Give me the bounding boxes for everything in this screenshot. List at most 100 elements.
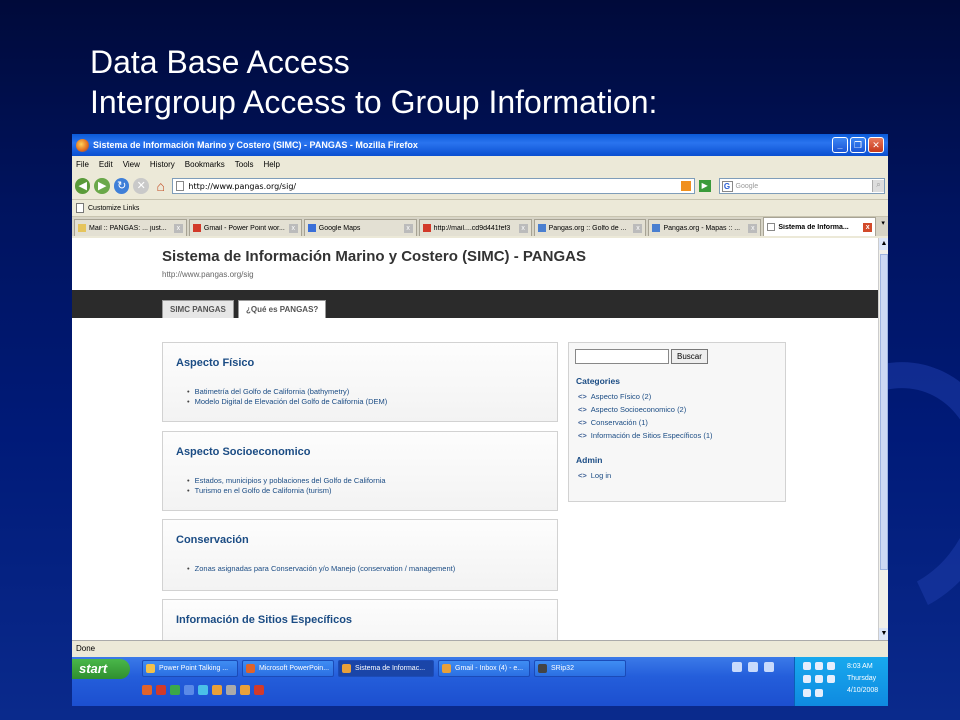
quick-launch-icon[interactable] xyxy=(198,685,208,695)
quick-launch-icon[interactable] xyxy=(170,685,180,695)
taskbar-item[interactable]: Gmail - Inbox (4) - e... xyxy=(438,660,530,677)
panel-title[interactable]: Aspecto Físico xyxy=(176,357,557,369)
close-tab-icon[interactable]: x xyxy=(863,222,873,232)
taskbar-item-active[interactable]: Sistema de Informac... xyxy=(338,660,434,677)
tab-sistema-informacion[interactable]: Sistema de Informa... x xyxy=(763,217,877,236)
tab-mail-pangas[interactable]: Mail :: PANGAS: ... just... x xyxy=(74,219,187,236)
menu-bookmarks[interactable]: Bookmarks xyxy=(185,160,225,169)
menu-file[interactable]: File xyxy=(76,160,89,169)
category-item[interactable]: <> Conservación (1) xyxy=(578,416,712,429)
scroll-thumb[interactable] xyxy=(880,254,888,570)
menu-help[interactable]: Help xyxy=(263,160,279,169)
panel-link[interactable]: Estados, municipios y poblaciones del Go… xyxy=(187,476,557,486)
quick-launch-icon[interactable] xyxy=(226,685,236,695)
quick-launch-icon[interactable] xyxy=(156,685,166,695)
close-tab-icon[interactable]: x xyxy=(288,223,298,233)
back-arrow-icon[interactable]: ◀ xyxy=(75,178,91,194)
url-bar[interactable]: http://www.pangas.org/sig/ xyxy=(172,178,695,194)
menu-view[interactable]: View xyxy=(123,160,140,169)
category-item[interactable]: <> Aspecto Físico (2) xyxy=(578,390,712,403)
admin-heading: Admin xyxy=(576,455,603,465)
panel-title[interactable]: Conservación xyxy=(176,534,557,546)
close-window-button[interactable]: ✕ xyxy=(868,137,884,153)
panel-link[interactable]: Batimetría del Golfo de California (bath… xyxy=(187,387,557,397)
menu-edit[interactable]: Edit xyxy=(99,160,113,169)
tray-icon[interactable] xyxy=(732,662,742,672)
tray-icon[interactable] xyxy=(748,662,758,672)
panel-informacion-sitios: Información de Sitios Específicos xyxy=(162,599,558,640)
panel-link[interactable]: Zonas asignadas para Conservación y/o Ma… xyxy=(187,564,557,574)
tab-mail-link[interactable]: http://mail....cd9d441fef3 x xyxy=(418,219,532,236)
search-input[interactable]: G Google ⌕ xyxy=(718,178,886,194)
bookmark-customize-links[interactable]: Customize Links xyxy=(88,205,139,212)
tab-pangas-golfo[interactable]: Pangas.org :: Golfo de ... x xyxy=(533,219,647,236)
home-icon[interactable]: ⌂ xyxy=(153,178,168,194)
search-placeholder: Google xyxy=(735,182,759,190)
category-item[interactable]: <> Información de Sitios Específicos (1) xyxy=(578,429,712,442)
tray-icon[interactable] xyxy=(827,675,835,684)
categories-heading: Categories xyxy=(576,376,620,386)
tray-icon[interactable] xyxy=(815,688,823,697)
quick-launch-icon[interactable] xyxy=(254,685,264,695)
tray-icon[interactable] xyxy=(827,662,835,670)
scroll-up-icon[interactable]: ▲ xyxy=(879,238,888,250)
quick-launch-icon[interactable] xyxy=(142,685,152,695)
taskbar-item[interactable]: SRip32 xyxy=(534,660,626,677)
quick-launch-icon[interactable] xyxy=(212,685,222,695)
scroll-down-icon[interactable]: ▼ xyxy=(879,628,888,640)
tab-list-chevron-down-icon[interactable]: ▾ xyxy=(878,219,888,236)
rss-feed-icon[interactable] xyxy=(680,181,691,191)
quick-launch-icon[interactable] xyxy=(184,685,194,695)
taskbar-item[interactable]: Microsoft PowerPoin... xyxy=(242,660,334,677)
globe-icon xyxy=(652,224,661,232)
restore-button[interactable]: ❐ xyxy=(850,137,866,153)
tab-google-maps[interactable]: Google Maps x xyxy=(303,219,417,236)
close-tab-icon[interactable]: x xyxy=(173,223,183,233)
search-button[interactable]: Buscar xyxy=(671,349,708,364)
close-tab-icon[interactable]: x xyxy=(748,223,758,233)
tray-icon[interactable] xyxy=(815,675,823,684)
site-title: Sistema de Información Marino y Costero … xyxy=(162,248,586,265)
vertical-scrollbar[interactable]: ▲ ▼ xyxy=(878,238,888,640)
tray-icon[interactable] xyxy=(803,688,811,697)
site-tab-que-es-pangas[interactable]: ¿Qué es PANGAS? xyxy=(238,300,327,318)
panel-conservacion: Conservación Zonas asignadas para Conser… xyxy=(162,519,558,591)
code-arrows-icon: <> xyxy=(578,431,587,440)
panel-title[interactable]: Aspecto Socioeconomico xyxy=(176,446,557,458)
stop-icon[interactable]: ✕ xyxy=(133,178,149,194)
tray-icon[interactable] xyxy=(803,675,811,684)
clock-time: 8:03 AM xyxy=(847,663,873,670)
go-button[interactable]: ▶ xyxy=(698,180,711,192)
tab-pangas-mapas[interactable]: Pangas.org - Mapas :: ... x xyxy=(648,219,762,236)
category-item[interactable]: <> Aspecto Socioeconomico (2) xyxy=(578,403,712,416)
tray-icons xyxy=(801,661,841,701)
forward-arrow-icon[interactable]: ▶ xyxy=(94,178,110,194)
page-viewport: Sistema de Información Marino y Costero … xyxy=(72,238,878,640)
close-tab-icon[interactable]: x xyxy=(403,223,413,233)
browser-screenshot: Sistema de Información Marino y Costero … xyxy=(72,134,888,706)
tray-icon[interactable] xyxy=(815,662,823,670)
windows-taskbar: start Power Point Talking ... Microsoft … xyxy=(72,657,888,706)
quick-launch-icon[interactable] xyxy=(240,685,250,695)
clock[interactable]: 8:03 AM Thursday 4/10/2008 xyxy=(847,661,878,697)
site-tab-simc-pangas[interactable]: SIMC PANGAS xyxy=(162,300,234,318)
panel-link[interactable]: Turismo en el Golfo de California (turis… xyxy=(187,486,557,496)
start-button[interactable]: start xyxy=(72,659,130,679)
reload-icon[interactable]: ↻ xyxy=(113,178,130,194)
search-icon[interactable]: ⌕ xyxy=(872,180,885,192)
menu-history[interactable]: History xyxy=(150,160,175,169)
firefox-icon xyxy=(76,138,89,152)
tray-icon[interactable] xyxy=(764,662,774,672)
tab-gmail[interactable]: Gmail - Power Point wor... x xyxy=(188,219,302,236)
menu-tools[interactable]: Tools xyxy=(235,160,254,169)
panel-link[interactable]: Modelo Digital de Elevación del Golfo de… xyxy=(187,397,557,407)
close-tab-icon[interactable]: x xyxy=(633,223,643,233)
minimize-button[interactable]: _ xyxy=(832,137,848,153)
login-link[interactable]: <> Log in xyxy=(578,469,611,482)
panel-title[interactable]: Información de Sitios Específicos xyxy=(176,614,557,626)
site-url: http://www.pangas.org/sig xyxy=(162,270,254,279)
tray-icon[interactable] xyxy=(803,662,811,670)
close-tab-icon[interactable]: x xyxy=(518,223,528,233)
taskbar-item[interactable]: Power Point Talking ... xyxy=(142,660,238,677)
site-search-input[interactable] xyxy=(575,349,669,364)
